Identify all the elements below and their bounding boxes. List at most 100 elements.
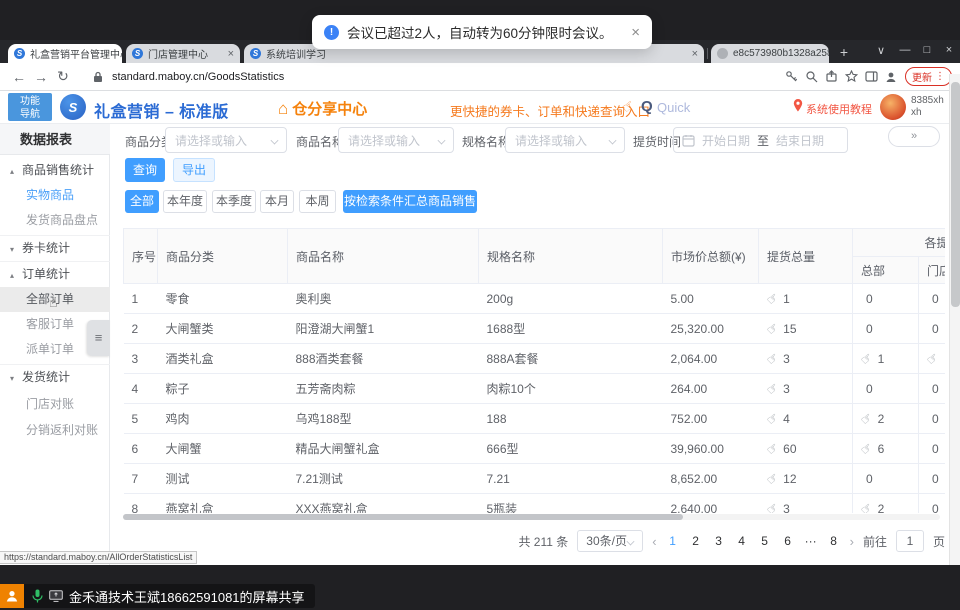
tab-close-icon[interactable]: ×: [686, 48, 698, 60]
page-1[interactable]: 1: [666, 534, 680, 548]
sidebar-item-store-reconciliation[interactable]: 门店对账: [0, 392, 110, 417]
spec-select[interactable]: 请选择或输入: [505, 127, 625, 153]
sidebar-item-label: 订单统计: [22, 267, 70, 281]
bookmark-star-icon[interactable]: [841, 69, 861, 85]
range-tab-year[interactable]: 本年度: [163, 190, 207, 213]
hq-cell[interactable]: ☞2: [853, 494, 919, 514]
query-button[interactable]: 查询: [125, 158, 165, 182]
store-cell[interactable]: ☞: [919, 344, 946, 374]
tab-close-icon[interactable]: ×: [222, 48, 234, 60]
next-page-icon[interactable]: ›: [850, 534, 854, 549]
hq-cell: 0: [853, 374, 919, 404]
pickup-total-cell[interactable]: ☞3: [759, 344, 853, 374]
pickup-total-cell[interactable]: ☞12: [759, 464, 853, 494]
end-date-placeholder[interactable]: 结束日期: [776, 132, 824, 149]
user-avatar[interactable]: [880, 94, 906, 120]
toast-close-icon[interactable]: ×: [631, 24, 640, 41]
date-range-picker[interactable]: 开始日期 至 结束日期: [673, 127, 848, 153]
pickup-total-cell[interactable]: ☞1: [759, 284, 853, 314]
tab-search-icon[interactable]: ∨: [872, 44, 890, 57]
window-maximize-button[interactable]: □: [918, 44, 936, 56]
store-cell: 0: [919, 314, 946, 344]
vertical-scrollbar[interactable]: [949, 74, 960, 565]
quick-label[interactable]: Quick: [657, 100, 690, 115]
pickup-total-cell[interactable]: ☞3: [759, 494, 853, 514]
page-ellipsis[interactable]: ···: [804, 534, 818, 548]
system-tutorial-link[interactable]: 系统使用教程: [806, 101, 872, 117]
range-tab-week[interactable]: 本周: [299, 190, 336, 213]
sidebar-item-physical-goods[interactable]: 实物商品: [0, 183, 110, 208]
range-tab-month[interactable]: 本月: [260, 190, 294, 213]
user-name-sub: xh: [911, 107, 944, 119]
table-row: 6大闸蟹精品大闸蟹礼盒666型39,960.00 ☞60 ☞6 0: [124, 434, 946, 464]
profile-icon[interactable]: [881, 69, 901, 85]
range-tab-all[interactable]: 全部: [125, 190, 159, 213]
page-size-value: 30条/页: [586, 534, 627, 548]
user-name: 8385xh xh: [911, 95, 944, 119]
sidebar-collapse-handle[interactable]: ≡: [87, 320, 110, 356]
col-header-store: 门店: [919, 257, 946, 284]
hq-cell[interactable]: ☞2: [853, 404, 919, 434]
chrome-update-button[interactable]: 更新 ⋮: [905, 67, 952, 86]
sidebar-item-distribution-rebate[interactable]: 分销返利对账: [0, 418, 110, 443]
sidebar-item-shipment-inventory[interactable]: 发货商品盘点: [0, 208, 110, 233]
browser-tab-1[interactable]: S 礼盒营销平台管理中心 ×: [8, 44, 122, 63]
store-cell: 0: [919, 404, 946, 434]
sidebar-item-all-orders[interactable]: 全部订单: [0, 287, 110, 312]
pickup-total-cell[interactable]: ☞60: [759, 434, 853, 464]
pickup-total-cell[interactable]: ☞4: [759, 404, 853, 434]
tab-title: e8c573980b1328a258fd2e6...: [733, 48, 829, 59]
window-minimize-button[interactable]: —: [896, 44, 914, 56]
new-tab-button[interactable]: +: [834, 44, 854, 60]
sidebar-item-order-stats[interactable]: ▴订单统计: [0, 261, 110, 286]
key-icon[interactable]: [781, 69, 801, 85]
page-6[interactable]: 6: [781, 534, 795, 548]
sidebar-item-goods-sales-stats[interactable]: ▴商品销售统计: [0, 158, 110, 183]
horizontal-scrollbar[interactable]: [123, 514, 940, 520]
hq-cell[interactable]: ☞6: [853, 434, 919, 464]
share-center-link[interactable]: ⌂ 仓分享中心: [278, 98, 367, 119]
range-tab-quarter[interactable]: 本季度: [212, 190, 256, 213]
url-text[interactable]: standard.maboy.cn/GoodsStatistics: [112, 71, 284, 83]
horizontal-scrollbar-thumb[interactable]: [123, 514, 683, 520]
goto-page-input[interactable]: [896, 530, 924, 552]
forward-icon[interactable]: →: [30, 69, 52, 85]
table-row: 4粽子五芳斋肉粽肉粽10个264.00 ☞3 0 0: [124, 374, 946, 404]
page-size-select[interactable]: 30条/页: [577, 530, 643, 552]
function-nav-toggle[interactable]: 功能 导航: [8, 93, 52, 121]
pickup-total-cell[interactable]: ☞15: [759, 314, 853, 344]
sidebar-item-label: 客服订单: [26, 317, 74, 331]
vertical-scrollbar-thumb[interactable]: [951, 82, 960, 307]
browser-tab-2[interactable]: S 门店管理中心 ×: [126, 44, 240, 63]
window-close-button[interactable]: ×: [940, 44, 958, 56]
prev-page-icon[interactable]: ‹: [652, 534, 656, 549]
export-button[interactable]: 导出: [173, 158, 215, 182]
start-date-placeholder[interactable]: 开始日期: [702, 132, 750, 149]
side-panel-icon[interactable]: [861, 69, 881, 85]
browser-tab-4[interactable]: e8c573980b1328a258fd2e6... ×: [711, 44, 829, 63]
finger-icon: ☞: [923, 349, 942, 369]
hq-cell[interactable]: ☞1: [853, 344, 919, 374]
sidebar-item-label: 发货统计: [22, 370, 70, 384]
share-icon[interactable]: [821, 69, 841, 85]
browser-toolbar: ← → ↻ standard.maboy.cn/GoodsStatistics: [0, 63, 960, 91]
quick-search-q-icon[interactable]: Q: [641, 98, 653, 115]
chevron-down-icon: [271, 137, 279, 145]
sidebar-item-shipping-stats[interactable]: ▾发货统计: [0, 364, 110, 389]
page-8[interactable]: 8: [827, 534, 841, 548]
reload-icon[interactable]: ↻: [52, 68, 74, 85]
page-3[interactable]: 3: [712, 534, 726, 548]
zoom-icon[interactable]: [801, 69, 821, 85]
back-icon[interactable]: ←: [8, 69, 30, 85]
screen-share-bar: 金禾通技术王斌18662591081的屏幕共享: [0, 584, 315, 608]
page-4[interactable]: 4: [735, 534, 749, 548]
name-select[interactable]: 请选择或输入: [338, 127, 454, 153]
expand-filters-button[interactable]: »: [888, 126, 940, 147]
pickup-total-cell[interactable]: ☞3: [759, 374, 853, 404]
summary-button[interactable]: 按检索条件汇总商品销售额: [343, 190, 477, 213]
category-select[interactable]: 请选择或输入: [165, 127, 287, 153]
sidebar-title: 数据报表: [0, 124, 110, 155]
sidebar-item-voucher-stats[interactable]: ▾券卡统计: [0, 235, 110, 260]
page-2[interactable]: 2: [689, 534, 703, 548]
page-5[interactable]: 5: [758, 534, 772, 548]
